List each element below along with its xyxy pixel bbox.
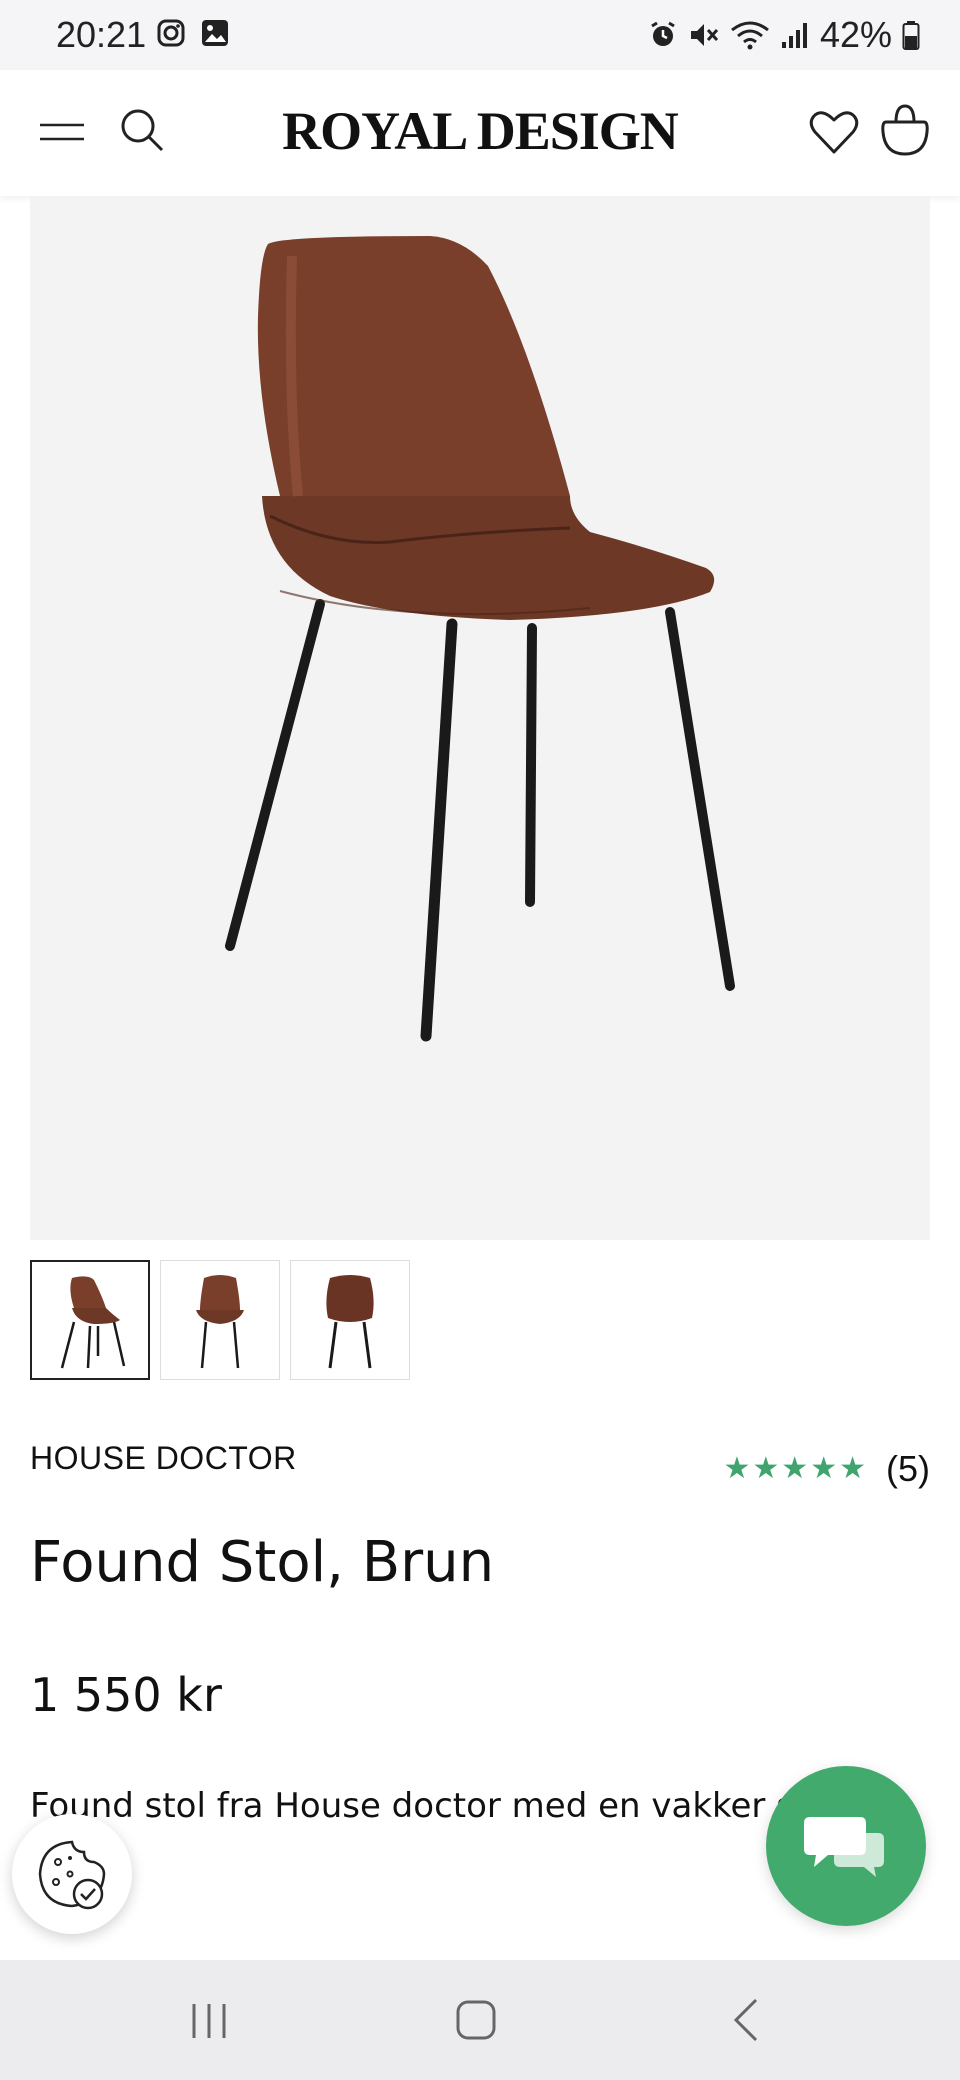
menu-button[interactable]	[38, 112, 86, 152]
home-button[interactable]	[454, 1998, 498, 2042]
thumbnail-3[interactable]	[290, 1260, 410, 1380]
cookie-settings-button[interactable]	[12, 1814, 132, 1934]
wifi-icon	[731, 21, 769, 50]
status-bar: 20:21 42%	[0, 0, 960, 70]
heart-icon	[809, 111, 859, 154]
wishlist-button[interactable]	[808, 106, 860, 158]
thumbnail-2[interactable]	[160, 1260, 280, 1380]
search-button[interactable]	[118, 106, 166, 154]
thumbnail-1[interactable]	[30, 1260, 150, 1380]
chair-image	[225, 236, 735, 1042]
product-rating[interactable]: ★ ★ ★ ★ ★ (5)	[723, 1448, 930, 1490]
product-brand[interactable]: HOUSE DOCTOR	[30, 1440, 297, 1477]
back-icon	[733, 1998, 758, 2042]
cart-button[interactable]	[880, 102, 930, 158]
recents-button[interactable]	[186, 2000, 232, 2042]
rating-stars: ★ ★ ★ ★ ★	[723, 1454, 866, 1484]
thumbnail-chair-front-image	[196, 1275, 244, 1369]
star-icon: ★	[810, 1452, 838, 1485]
battery-icon	[902, 21, 920, 50]
star-icon: ★	[839, 1452, 866, 1485]
home-icon	[456, 2000, 496, 2040]
site-header: ROYAL DESIGN	[0, 70, 960, 196]
product-title: Found Stol, Brun	[30, 1530, 495, 1595]
bag-icon	[881, 104, 929, 156]
thumbnail-chair-back-image	[326, 1275, 374, 1369]
review-count: (5)	[886, 1448, 930, 1489]
gallery-icon	[202, 20, 228, 46]
cookie-icon	[38, 1840, 106, 1910]
instagram-icon	[157, 19, 185, 47]
product-main-image[interactable]	[30, 196, 930, 1240]
chat-button[interactable]	[766, 1766, 926, 1926]
product-price: 1 550 kr	[30, 1668, 222, 1722]
system-nav-bar	[0, 1960, 960, 2080]
status-time: 20:21	[56, 14, 147, 55]
alarm-icon	[651, 21, 675, 46]
star-icon: ★	[781, 1452, 809, 1485]
signal-icon	[781, 23, 807, 48]
battery-percent: 42%	[819, 14, 892, 55]
search-icon	[121, 109, 164, 152]
site-logo[interactable]: ROYAL DESIGN	[240, 100, 720, 162]
mute-icon	[690, 24, 719, 46]
star-icon: ★	[723, 1452, 751, 1485]
star-icon: ★	[752, 1452, 780, 1485]
menu-icon	[40, 123, 84, 141]
recents-icon	[192, 2004, 226, 2038]
back-button[interactable]	[728, 1996, 764, 2044]
thumbnail-chair-image	[60, 1276, 126, 1369]
status-right: 42%	[648, 14, 920, 56]
thumbnail-strip	[30, 1260, 410, 1380]
status-left-icons	[156, 18, 230, 48]
chat-icon	[804, 1817, 884, 1877]
